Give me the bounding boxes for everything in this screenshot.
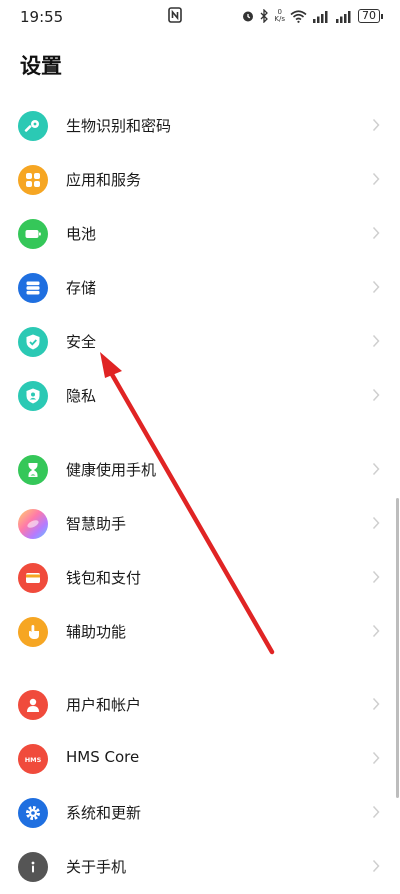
chevron-right-icon — [372, 226, 380, 240]
chevron-right-icon — [372, 462, 380, 476]
svg-text:HMS: HMS — [25, 756, 42, 764]
user-icon — [18, 690, 48, 720]
settings-item-accessibility[interactable]: 辅助功能 — [0, 605, 400, 659]
chevron-right-icon — [372, 624, 380, 638]
settings-item-apps-services[interactable]: 应用和服务 — [0, 153, 400, 207]
settings-item-label: 应用和服务 — [66, 171, 142, 189]
wifi-icon — [290, 9, 307, 23]
bluetooth-icon — [260, 9, 269, 23]
settings-item-label: 安全 — [66, 333, 97, 351]
chevron-right-icon — [372, 334, 380, 348]
settings-item-label: 智慧助手 — [66, 515, 127, 533]
chevron-right-icon — [372, 516, 380, 530]
chevron-right-icon — [372, 570, 380, 584]
settings-item-storage[interactable]: 存储 — [0, 261, 400, 315]
signal-icon-2 — [336, 10, 351, 23]
chevron-right-icon — [372, 388, 380, 402]
settings-item-smart-assistant[interactable]: 智慧助手 — [0, 497, 400, 551]
scrollbar[interactable] — [396, 498, 399, 798]
storage-icon — [18, 273, 48, 303]
settings-item-security[interactable]: 安全 — [0, 315, 400, 369]
status-time: 19:55 — [20, 8, 64, 26]
chevron-right-icon — [372, 751, 380, 765]
settings-item-label: 关于手机 — [66, 858, 127, 876]
settings-item-biometrics-password[interactable]: 生物识别和密码 — [0, 99, 400, 153]
settings-item-label: 生物识别和密码 — [66, 117, 172, 135]
gear-icon — [18, 798, 48, 828]
settings-item-digital-balance[interactable]: 健康使用手机 — [0, 443, 400, 497]
nfc-icon — [168, 7, 182, 23]
chevron-right-icon — [372, 859, 380, 873]
info-icon — [18, 852, 48, 882]
chevron-right-icon — [372, 172, 380, 186]
shield-check-icon — [18, 327, 48, 357]
key-icon — [18, 111, 48, 141]
settings-item-system-updates[interactable]: 系统和更新 — [0, 786, 400, 840]
settings-item-label: 用户和帐户 — [66, 696, 142, 714]
battery-indicator: 70 — [358, 9, 383, 23]
settings-item-label: 隐私 — [66, 387, 97, 405]
status-bar: 19:55 0 K/s 70 — [0, 0, 400, 34]
settings-item-hms-core[interactable]: HMS HMS Core — [0, 732, 400, 786]
chevron-right-icon — [372, 118, 380, 132]
settings-item-label: 钱包和支付 — [66, 569, 142, 587]
hms-icon: HMS — [18, 744, 48, 774]
assistant-orb-icon — [18, 509, 48, 539]
settings-item-battery[interactable]: 电池 — [0, 207, 400, 261]
signal-icon — [313, 10, 328, 23]
privacy-shield-icon — [18, 381, 48, 411]
settings-item-about-phone[interactable]: 关于手机 — [0, 840, 400, 894]
settings-item-privacy[interactable]: 隐私 — [0, 369, 400, 423]
network-speed: 0 K/s — [274, 8, 285, 23]
status-icons: 0 K/s 70 — [241, 7, 383, 25]
settings-item-wallet-payment[interactable]: 钱包和支付 — [0, 551, 400, 605]
battery-icon — [18, 219, 48, 249]
settings-item-label: 辅助功能 — [66, 623, 127, 641]
settings-item-label: 电池 — [66, 225, 97, 243]
hourglass-icon — [18, 455, 48, 485]
page-title: 设置 — [20, 54, 62, 78]
chevron-right-icon — [372, 697, 380, 711]
chevron-right-icon — [372, 280, 380, 294]
settings-item-label: 系统和更新 — [66, 804, 142, 822]
hand-icon — [18, 617, 48, 647]
wallet-icon — [18, 563, 48, 593]
apps-grid-icon — [18, 165, 48, 195]
settings-item-label: HMS Core — [66, 748, 140, 766]
chevron-right-icon — [372, 805, 380, 819]
settings-item-users-accounts[interactable]: 用户和帐户 — [0, 678, 400, 732]
alarm-icon — [243, 11, 254, 22]
settings-item-label: 存储 — [66, 279, 97, 297]
settings-item-label: 健康使用手机 — [66, 461, 157, 479]
